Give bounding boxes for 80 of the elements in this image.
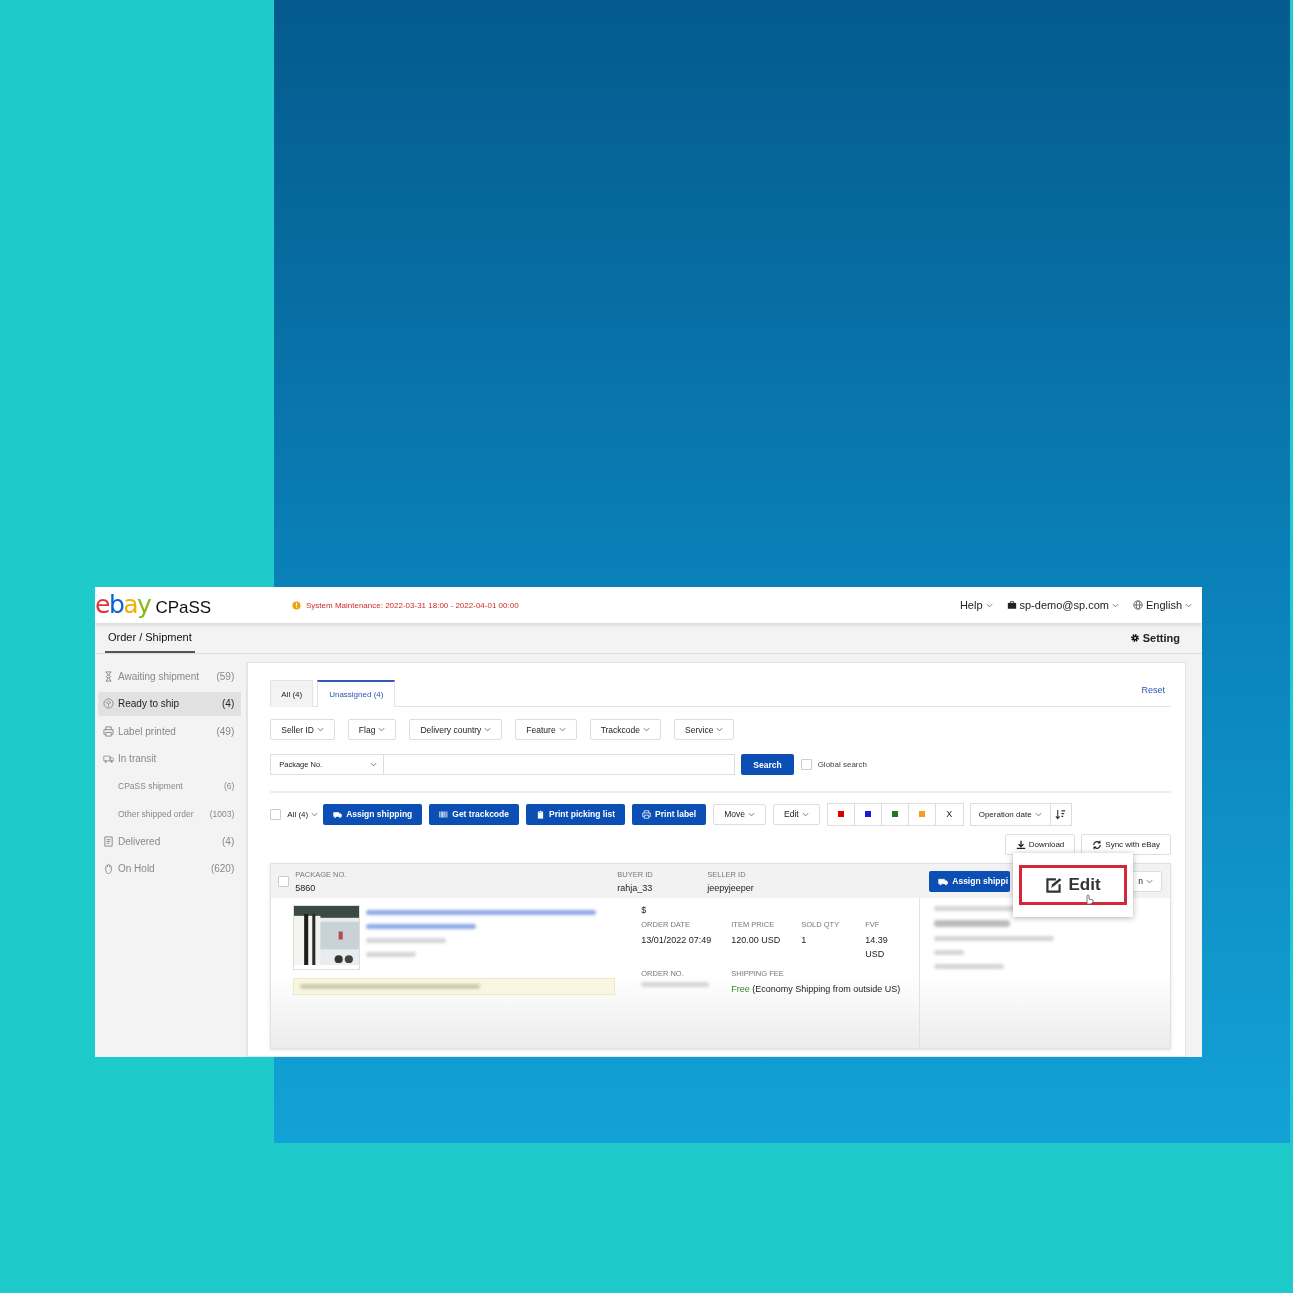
- filter-dropdown[interactable]: Flag: [347, 719, 397, 740]
- action-button[interactable]: Print label: [632, 803, 707, 825]
- briefcase-icon: [1006, 600, 1017, 610]
- truck-icon: [103, 753, 114, 764]
- field-value: 13/01/2022 07:49: [641, 934, 713, 947]
- maintenance-notice: System Maintenance: 2022-03-31 18:00 - 2022-04-01 00:00: [306, 600, 520, 610]
- caret-icon: [311, 811, 319, 817]
- action-button[interactable]: Get trackcode: [429, 803, 519, 825]
- caret-icon: [1185, 602, 1192, 608]
- caret-icon: [643, 727, 650, 732]
- filter-dropdown[interactable]: Seller ID: [270, 719, 335, 740]
- menu-dropdown[interactable]: Edit: [773, 803, 820, 825]
- help-menu[interactable]: Help: [959, 599, 993, 611]
- edit-icon: [1045, 876, 1063, 894]
- sync-button[interactable]: Sync with eBay: [1081, 834, 1171, 855]
- caret-icon: [716, 727, 724, 732]
- caret-icon: [1034, 811, 1042, 817]
- field-value: 1: [801, 934, 808, 947]
- filter-dropdown[interactable]: Service: [674, 719, 735, 740]
- assign-shipping-button[interactable]: Assign shippi: [929, 870, 1010, 892]
- filter-dropdown[interactable]: Feature: [515, 719, 577, 740]
- currency-symbol: $: [641, 905, 648, 915]
- action-button[interactable]: Assign shipping: [323, 803, 423, 825]
- caret-icon: [801, 811, 809, 817]
- checkbox[interactable]: [270, 808, 282, 820]
- select-all-dropdown[interactable]: All (4): [287, 809, 319, 819]
- caret-icon: [378, 727, 386, 732]
- action-button[interactable]: Print picking list: [526, 803, 626, 825]
- account-menu[interactable]: sp-demo@sp.com: [1006, 599, 1119, 611]
- warning-icon: [292, 600, 301, 610]
- seller-id: jeepyjeeper: [707, 882, 755, 893]
- blurred-text: [366, 952, 417, 957]
- shipping-fee: Free (Economy Shipping from outside US): [731, 982, 902, 996]
- product-name: CPaSS: [155, 598, 212, 618]
- menu-dropdown[interactable]: Move: [713, 803, 766, 825]
- checkbox[interactable]: [278, 875, 290, 887]
- caret-icon: [748, 811, 755, 817]
- filter-dropdown[interactable]: Delivery country: [409, 719, 503, 740]
- caret-icon: [1111, 602, 1119, 608]
- printer-icon: [642, 809, 652, 819]
- truck-icon: [333, 809, 343, 819]
- buyer-id: rahja_33: [617, 882, 654, 893]
- hourglass-icon: [103, 670, 114, 682]
- blurred-text: [641, 981, 710, 987]
- package-number: 5860: [295, 882, 317, 893]
- sidebar-item[interactable]: Ready to ship (4): [98, 691, 242, 716]
- download-icon: [1015, 839, 1026, 850]
- nav-tab[interactable]: Order / Shipment: [105, 623, 195, 653]
- printer-icon: [103, 725, 114, 737]
- refresh-icon: [1092, 839, 1103, 850]
- clipboard-icon: [536, 809, 545, 819]
- field-value: 14.39 USD: [865, 934, 889, 962]
- tab[interactable]: All (4): [270, 680, 314, 707]
- reset-link[interactable]: Reset: [1141, 684, 1165, 695]
- globe-icon: [1132, 600, 1143, 610]
- search-field[interactable]: [384, 754, 736, 775]
- ebay-logo: ebay: [95, 592, 151, 617]
- search-button[interactable]: Search: [741, 754, 794, 775]
- checkbox[interactable]: [800, 759, 812, 770]
- edit-button[interactable]: Edit: [1019, 865, 1127, 905]
- caret-icon: [558, 727, 566, 732]
- sort-icon: [1055, 808, 1067, 820]
- hand-cursor-icon: [1083, 893, 1095, 905]
- hand-icon: [103, 863, 114, 874]
- global-search-label: Global search: [817, 760, 867, 769]
- caret-icon: [316, 727, 324, 732]
- tab[interactable]: Unassigned (4): [317, 680, 396, 707]
- barcode-icon: [439, 809, 449, 819]
- language-menu[interactable]: English: [1132, 599, 1192, 611]
- clear-flag-button[interactable]: X: [935, 803, 963, 825]
- caret-icon: [1146, 878, 1153, 884]
- caret-icon: [370, 762, 378, 767]
- setting-button[interactable]: Setting: [1129, 623, 1180, 653]
- receipt-icon: [103, 835, 114, 847]
- filter-dropdown[interactable]: Trackcode: [589, 719, 661, 740]
- caret-icon: [985, 602, 993, 608]
- settings-icon: [1129, 633, 1140, 643]
- caret-icon: [484, 727, 492, 732]
- field-value: 120.00 USD: [731, 934, 782, 947]
- download-button[interactable]: Download: [1004, 834, 1076, 855]
